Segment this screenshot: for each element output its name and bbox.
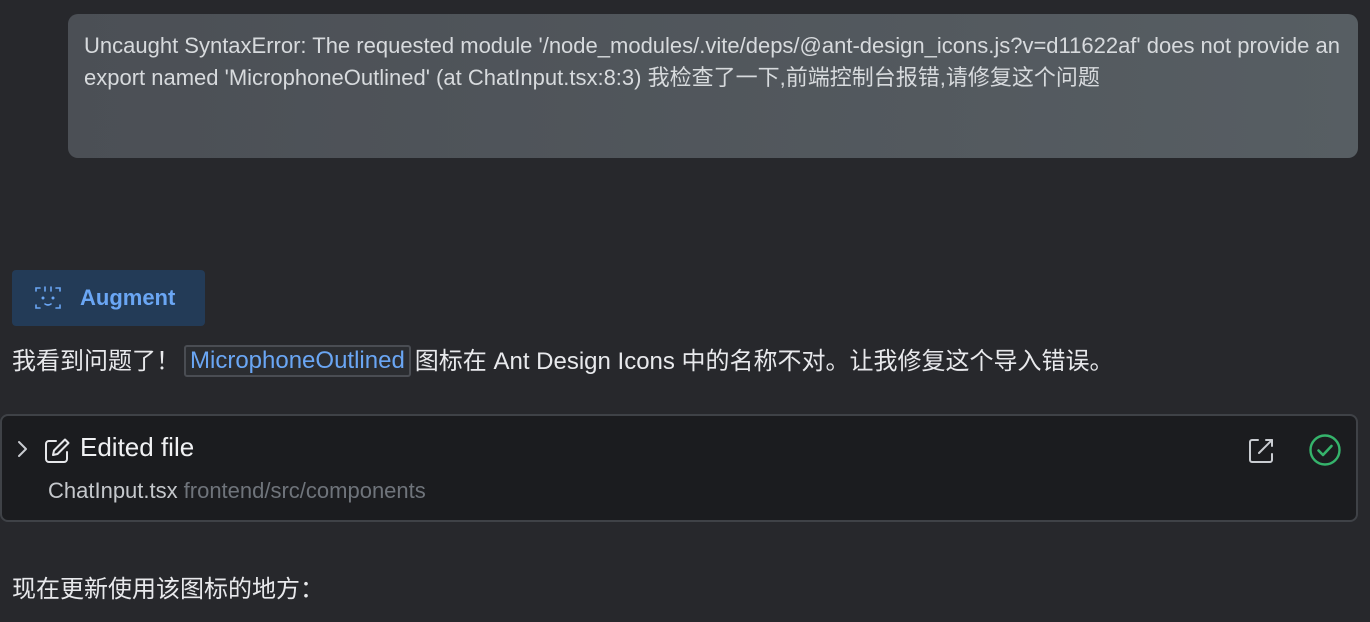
agent-name: Augment [80,285,176,310]
inline-code-chip: MicrophoneOutlined [184,345,411,377]
agent-badge[interactable]: Augment [12,270,205,326]
agent-followup: 现在更新使用该图标的地方： [12,576,324,603]
agent-reply: 我看到问题了！ MicrophoneOutlined 图标在 Ant Design … [12,344,1114,380]
user-message-text: Uncaught SyntaxError: The requested modu… [84,33,1340,90]
file-path: frontend/src/components [183,478,426,503]
open-external-icon[interactable] [1246,436,1276,466]
file-name[interactable]: ChatInput.tsx [48,478,178,503]
edit-icon [42,436,72,466]
reply-suffix: 图标在 Ant Design Icons 中的名称不对。让我修复这个导入错误。 [414,348,1114,375]
reply-prefix: 我看到问题了！ [12,348,180,375]
card-title: Edited file [80,432,195,462]
user-message-bubble: Uncaught SyntaxError: The requested modu… [68,14,1358,158]
chevron-right-icon[interactable] [14,439,32,459]
file-info[interactable]: ChatInput.tsx frontend/src/components [48,478,426,504]
robot-face-icon [32,282,64,314]
check-circle-icon [1308,433,1342,467]
edited-file-card[interactable]: Edited file ChatInput.tsx frontend/src/co… [0,414,1358,522]
chat-panel: Uncaught SyntaxError: The requested modu… [0,0,1370,622]
